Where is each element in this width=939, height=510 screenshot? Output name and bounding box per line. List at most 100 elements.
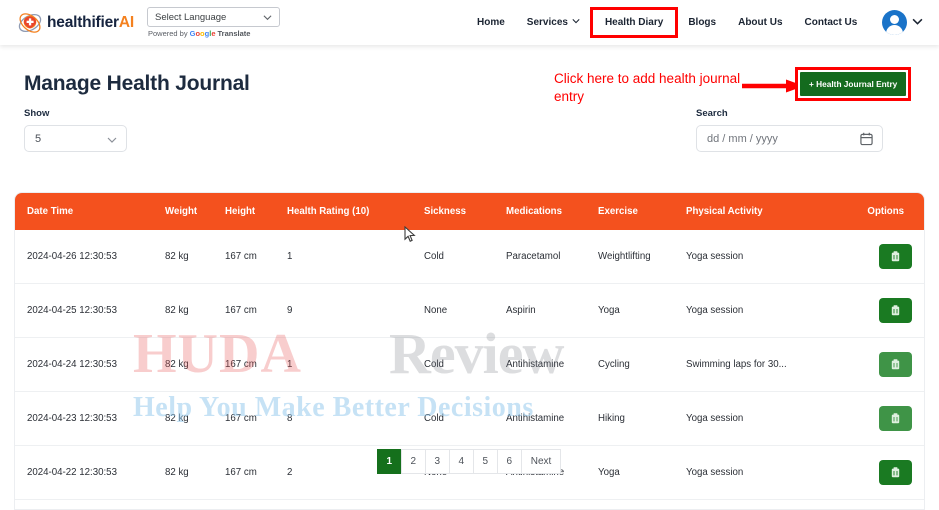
- pagination-page-6[interactable]: 6: [496, 449, 522, 474]
- cell-health-rating: 8: [287, 391, 424, 446]
- cell-medications: Antihistamine: [506, 337, 598, 392]
- cell-weight: 82 kg: [165, 391, 225, 446]
- delete-row-button[interactable]: [879, 298, 912, 323]
- cell-options: [841, 337, 924, 392]
- search-placeholder: dd / mm / yyyy: [707, 132, 778, 145]
- delete-icon: [891, 359, 900, 370]
- language-select-value: Select Language: [154, 11, 227, 23]
- chevron-down-icon: [572, 17, 580, 28]
- language-select[interactable]: Select Language: [146, 7, 280, 27]
- powered-by-google-translate: Powered by Google Translate: [147, 29, 251, 38]
- healthifier-logo-icon: [17, 10, 43, 36]
- show-entries-value: 5: [35, 132, 42, 145]
- cell-medications: Paracetamol: [506, 230, 598, 284]
- cell-date-time: 2024-04-23 12:30:53: [15, 391, 165, 446]
- add-health-journal-entry-button[interactable]: + Health Journal Entry: [798, 70, 909, 98]
- logo-wordmark: healthifierAI: [47, 13, 134, 31]
- column-header-sickness[interactable]: Sickness: [424, 193, 506, 230]
- cell-date-time: 2024-04-26 12:30:53: [15, 230, 165, 284]
- nav-label: Services: [526, 17, 568, 28]
- column-header-medications[interactable]: Medications: [506, 193, 598, 230]
- table-row: 2024-04-23 12:30:53 82 kg 167 cm 8 Cold …: [15, 391, 924, 446]
- nav-item-blogs[interactable]: Blogs: [677, 11, 727, 34]
- nav-label: Blogs: [688, 17, 717, 28]
- nav-label: About Us: [738, 17, 783, 28]
- search-label: Search: [696, 108, 728, 119]
- site-header: healthifierAI Select Language Powered by…: [0, 0, 939, 45]
- cell-physical-activity: Yoga session: [686, 391, 841, 446]
- table-head: Date Time Weight Height Health Rating (1…: [15, 193, 924, 230]
- table-header-row: Date Time Weight Height Health Rating (1…: [15, 193, 924, 230]
- pagination-next-button[interactable]: Next: [520, 449, 562, 474]
- cell-weight: 82 kg: [165, 230, 225, 284]
- column-header-height[interactable]: Height: [225, 193, 287, 230]
- table-row: 2024-04-25 12:30:53 82 kg 167 cm 9 None …: [15, 283, 924, 338]
- nav-label: Contact Us: [804, 17, 858, 28]
- nav-item-home[interactable]: Home: [466, 11, 516, 34]
- column-header-physical-activity[interactable]: Physical Activity: [686, 193, 841, 230]
- cell-date-time: 2024-04-25 12:30:53: [15, 283, 165, 338]
- column-header-health-rating[interactable]: Health Rating (10): [287, 193, 424, 230]
- cell-options: [841, 283, 924, 338]
- cell-height: 167 cm: [225, 337, 287, 392]
- show-label: Show: [24, 108, 50, 119]
- chevron-down-icon: [912, 14, 923, 32]
- user-account-menu[interactable]: [882, 10, 923, 35]
- mouse-cursor-icon: [404, 225, 416, 248]
- cell-health-rating: 9: [287, 283, 424, 338]
- annotation-arrow-right-icon: [742, 79, 804, 93]
- pagination-page-4[interactable]: 4: [448, 449, 474, 474]
- delete-icon: [891, 413, 900, 424]
- nav-item-contact-us[interactable]: Contact Us: [794, 11, 869, 34]
- main-navigation: Home Services Health Diary Blogs About U…: [466, 0, 923, 45]
- cell-physical-activity: Yoga session: [686, 230, 841, 284]
- cell-medications: Aspirin: [506, 283, 598, 338]
- nav-item-about-us[interactable]: About Us: [727, 11, 793, 34]
- site-logo[interactable]: healthifierAI: [17, 10, 134, 36]
- user-avatar-icon: [882, 10, 908, 35]
- delete-icon: [891, 305, 900, 316]
- nav-item-services[interactable]: Services: [516, 11, 591, 34]
- cell-options: [841, 230, 924, 284]
- show-entries-control: Show 5: [24, 108, 127, 152]
- column-header-exercise[interactable]: Exercise: [598, 193, 686, 230]
- add-entry-highlight-box: + Health Journal Entry: [794, 67, 912, 101]
- cell-health-rating: 1: [287, 337, 424, 392]
- nav-item-health-diary[interactable]: Health Diary: [589, 7, 679, 38]
- cell-exercise: Cycling: [598, 337, 686, 392]
- column-header-date-time[interactable]: Date Time: [15, 193, 165, 230]
- cell-options: [841, 391, 924, 446]
- cell-date-time: 2024-04-24 12:30:53: [15, 337, 165, 392]
- chevron-down-icon: [107, 135, 117, 148]
- cell-height: 167 cm: [225, 283, 287, 338]
- delete-row-button[interactable]: [879, 244, 912, 269]
- cell-weight: 82 kg: [165, 283, 225, 338]
- delete-icon: [891, 251, 900, 262]
- search-date-input[interactable]: dd / mm / yyyy: [696, 125, 883, 152]
- cell-sickness: Cold: [424, 337, 506, 392]
- health-journal-table-card: Date Time Weight Height Health Rating (1…: [14, 192, 925, 510]
- cell-weight: 82 kg: [165, 337, 225, 392]
- cell-physical-activity: Swimming laps for 30...: [686, 337, 841, 392]
- pagination: 1 2 3 4 5 6 Next: [15, 449, 924, 474]
- pagination-page-2[interactable]: 2: [400, 449, 426, 474]
- pagination-page-3[interactable]: 3: [424, 449, 450, 474]
- cell-physical-activity: Yoga session: [686, 283, 841, 338]
- table-row: 2024-04-26 12:30:53 82 kg 167 cm 1 Cold …: [15, 230, 924, 284]
- google-translate-widget: Select Language Powered by Google Transl…: [146, 7, 280, 38]
- cell-sickness: None: [424, 283, 506, 338]
- cell-height: 167 cm: [225, 230, 287, 284]
- table-controls: Show 5 Search dd / mm / yyyy: [24, 108, 915, 174]
- calendar-icon[interactable]: [860, 132, 873, 149]
- pagination-page-5[interactable]: 5: [472, 449, 498, 474]
- delete-row-button[interactable]: [879, 352, 912, 377]
- cell-medications: Antihistamine: [506, 391, 598, 446]
- cell-sickness: Cold: [424, 230, 506, 284]
- delete-row-button[interactable]: [879, 406, 912, 431]
- pagination-page-1[interactable]: 1: [376, 449, 402, 474]
- search-control: Search dd / mm / yyyy: [696, 108, 883, 152]
- column-header-weight[interactable]: Weight: [165, 193, 225, 230]
- google-logo-icon: Google: [189, 29, 216, 38]
- show-entries-select[interactable]: 5: [24, 125, 127, 152]
- cell-exercise: Yoga: [598, 283, 686, 338]
